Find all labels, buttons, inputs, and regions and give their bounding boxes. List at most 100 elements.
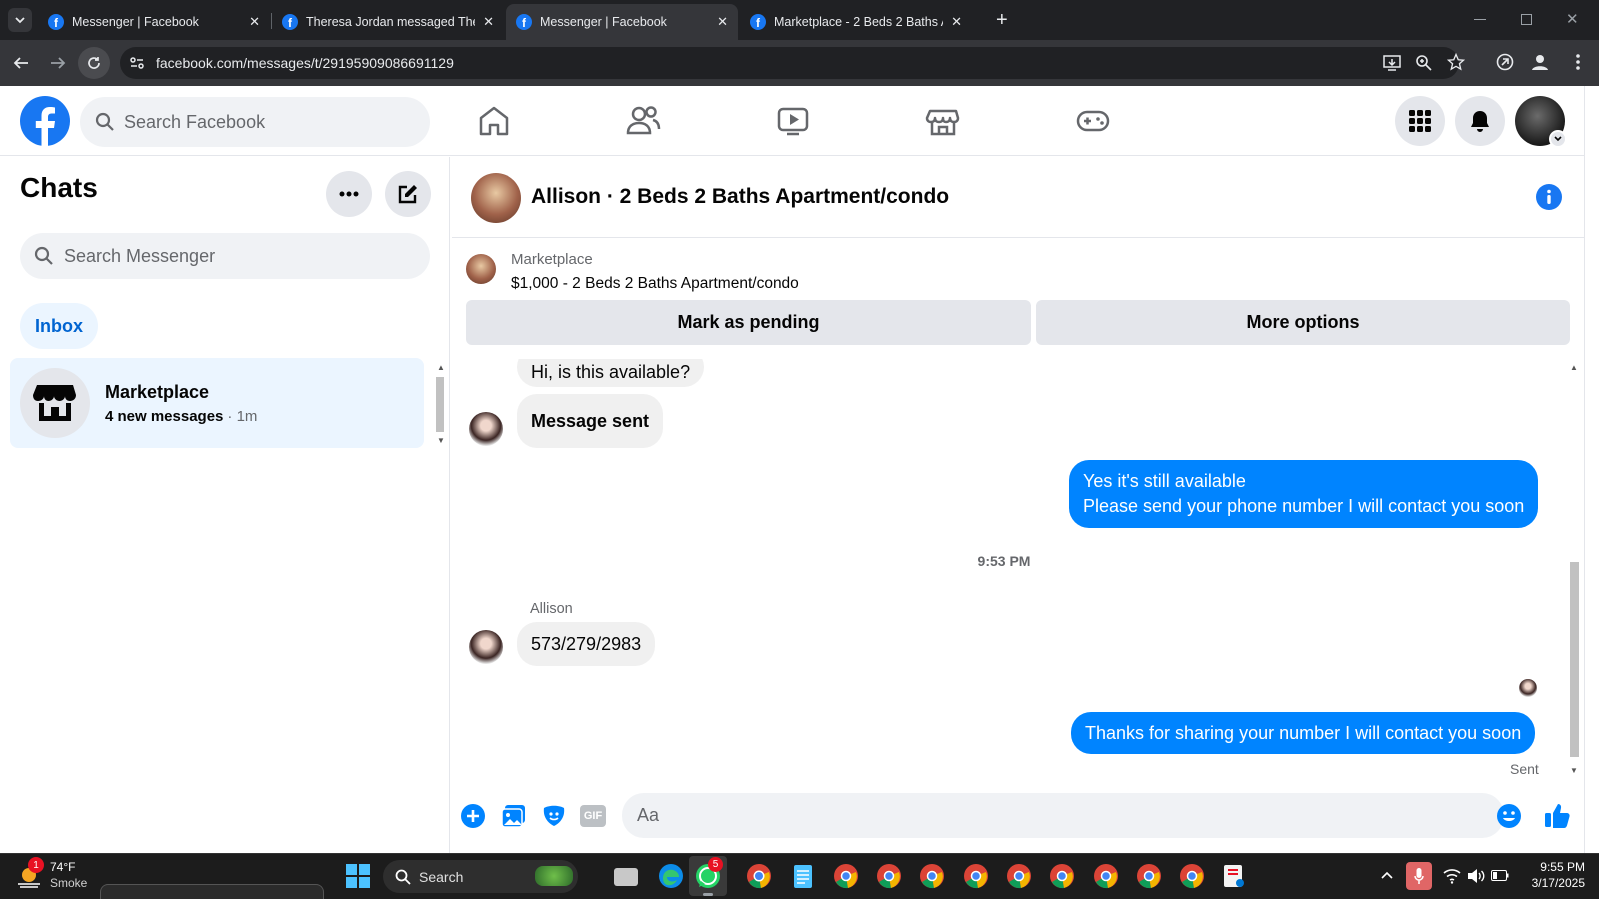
close-icon[interactable]: ✕ <box>249 14 260 30</box>
chat-list-scrollbar[interactable]: ▲ ▼ <box>433 363 447 448</box>
taskbar-preview-window[interactable] <box>100 884 324 899</box>
zoom-icon[interactable] <box>1415 54 1433 72</box>
message-bubble-incoming[interactable]: Message sent <box>517 394 664 448</box>
friends-icon[interactable] <box>623 101 663 141</box>
photo-icon[interactable] <box>501 803 527 829</box>
chrome-profile-icon[interactable] <box>962 862 990 890</box>
more-options-button[interactable]: More options <box>1036 300 1570 345</box>
message-input[interactable]: Aa <box>622 793 1504 838</box>
sticker-icon[interactable] <box>541 803 567 829</box>
close-window-icon[interactable]: ✕ <box>1566 10 1579 28</box>
bookmark-star-icon[interactable] <box>1447 53 1465 71</box>
message-bubble-incoming[interactable]: Hi, is this available? <box>517 359 705 387</box>
chrome-icon[interactable] <box>745 862 773 890</box>
notifications-button[interactable] <box>1455 96 1505 146</box>
message-bubble-outgoing[interactable]: Thanks for sharing your number I will co… <box>1071 712 1536 754</box>
message-thread-scrollbar[interactable]: ▲ ▼ <box>1567 363 1581 778</box>
close-icon[interactable]: ✕ <box>951 14 962 30</box>
message-line: Yes it's still available <box>1083 471 1246 491</box>
message-input-placeholder: Aa <box>637 805 660 825</box>
taskbar-search[interactable]: Search <box>383 860 578 893</box>
listing-thumbnail[interactable] <box>466 254 496 284</box>
account-dropdown-button[interactable] <box>1549 130 1567 148</box>
chevron-down-icon <box>1554 136 1562 142</box>
chrome-profile-icon[interactable] <box>1178 862 1206 890</box>
thumbs-up-icon[interactable] <box>1544 801 1572 829</box>
chevron-up-icon[interactable] <box>1381 871 1393 879</box>
site-info-icon[interactable] <box>129 55 145 71</box>
chrome-profile-icon[interactable] <box>875 862 903 890</box>
more-dots-icon <box>339 191 359 197</box>
home-icon[interactable] <box>474 101 514 141</box>
browser-tab[interactable]: f Messenger | Facebook ✕ <box>38 4 270 40</box>
task-view-icon[interactable] <box>614 868 638 886</box>
menu-button[interactable] <box>1395 96 1445 146</box>
gaming-icon[interactable] <box>1073 101 1113 141</box>
chrome-profile-icon[interactable] <box>918 862 946 890</box>
tab-title: Marketplace - 2 Beds 2 Baths A <box>774 15 944 29</box>
sender-avatar[interactable] <box>469 630 503 664</box>
browser-tab-active[interactable]: f Messenger | Facebook ✕ <box>506 4 738 40</box>
snipping-tool-icon[interactable] <box>1220 862 1248 890</box>
close-icon[interactable]: ✕ <box>483 14 494 30</box>
weather-temp[interactable]: 74°F <box>50 860 75 874</box>
facebook-logo-icon[interactable] <box>20 96 70 146</box>
chat-time: · 1m <box>227 408 258 425</box>
message-thread: Hi, is this available? Message sent Yes … <box>452 359 1584 781</box>
windows-start-icon[interactable] <box>346 864 370 888</box>
chat-list-item[interactable]: Marketplace 4 new messages · 1m <box>10 358 424 448</box>
messenger-search-input[interactable]: Search Messenger <box>20 233 430 279</box>
minimize-icon[interactable] <box>1474 19 1486 20</box>
close-icon[interactable]: ✕ <box>717 14 728 30</box>
notepad-icon[interactable] <box>789 862 817 890</box>
page-scrollbar[interactable] <box>1584 86 1599 853</box>
message-bubble-incoming[interactable]: 573/279/2983 <box>517 622 656 666</box>
chat-options-button[interactable] <box>326 171 372 217</box>
chrome-profile-icon[interactable] <box>1005 862 1033 890</box>
battery-icon[interactable] <box>1491 870 1509 881</box>
video-icon[interactable] <box>773 101 813 141</box>
gif-button[interactable]: GIF <box>580 805 606 827</box>
new-message-button[interactable] <box>385 171 431 217</box>
browser-tab[interactable]: f Theresa Jordan messaged There ✕ <box>272 4 504 40</box>
back-icon[interactable] <box>12 55 30 71</box>
restore-icon[interactable] <box>1521 14 1532 25</box>
tab-inbox[interactable]: Inbox <box>20 303 98 349</box>
sender-avatar[interactable] <box>469 412 503 446</box>
info-icon[interactable] <box>1536 184 1562 210</box>
reload-button[interactable] <box>78 47 110 79</box>
facebook-favicon-icon: f <box>516 14 532 30</box>
chat-preview: 4 new messages <box>105 408 224 425</box>
browser-tab[interactable]: f Marketplace - 2 Beds 2 Baths A ✕ <box>740 4 972 40</box>
edge-browser-icon[interactable] <box>657 862 685 890</box>
weather-badge: 1 <box>28 857 44 873</box>
forward-icon[interactable] <box>49 55 67 71</box>
whatsapp-taskbar-button[interactable]: 5 <box>689 856 727 896</box>
listing-title[interactable]: $1,000 - 2 Beds 2 Baths Apartment/condo <box>511 275 799 293</box>
tab-search-button[interactable] <box>8 8 32 32</box>
chrome-profile-icon[interactable] <box>1135 862 1163 890</box>
menu-kebab-icon[interactable] <box>1575 53 1581 71</box>
new-tab-button[interactable]: + <box>996 8 1008 32</box>
chrome-profile-icon[interactable] <box>1048 862 1076 890</box>
conversation-title[interactable]: Allison · 2 Beds 2 Baths Apartment/condo <box>531 185 949 209</box>
message-bubble-outgoing[interactable]: Yes it's still available Please send you… <box>1069 460 1539 528</box>
clock-date[interactable]: 3/17/2025 <box>1515 876 1585 890</box>
wifi-icon[interactable] <box>1443 868 1461 884</box>
profile-icon[interactable] <box>1531 53 1549 71</box>
microphone-button[interactable] <box>1406 862 1432 890</box>
extensions-icon[interactable] <box>1496 53 1514 71</box>
install-app-icon[interactable] <box>1383 54 1401 72</box>
listing-avatar[interactable] <box>471 173 521 223</box>
facebook-search-input[interactable]: Search Facebook <box>80 97 430 147</box>
clock-time[interactable]: 9:55 PM <box>1515 860 1585 874</box>
mark-as-pending-button[interactable]: Mark as pending <box>466 300 1031 345</box>
address-bar[interactable]: facebook.com/messages/t/2919590908669112… <box>120 47 1459 79</box>
marketplace-icon[interactable] <box>923 101 963 141</box>
plus-circle-icon[interactable] <box>460 803 486 829</box>
browser-tab-bar: f Messenger | Facebook ✕ f Theresa Jorda… <box>0 0 1599 40</box>
chrome-profile-icon[interactable] <box>832 862 860 890</box>
volume-icon[interactable] <box>1467 868 1485 884</box>
chrome-profile-icon[interactable] <box>1092 862 1120 890</box>
emoji-icon[interactable] <box>1496 803 1522 829</box>
